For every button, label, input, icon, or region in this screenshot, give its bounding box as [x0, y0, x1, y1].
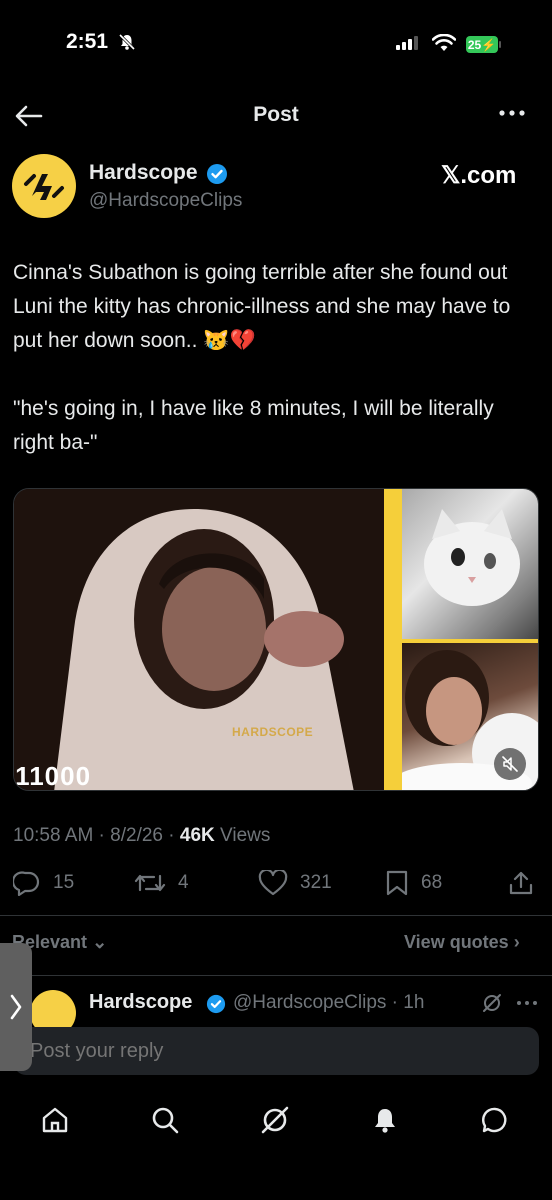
- repost-icon: [134, 874, 166, 892]
- mute-toggle-button[interactable]: [494, 748, 526, 780]
- reply-count: 15: [53, 872, 75, 893]
- share-icon: [509, 871, 533, 895]
- chevron-right-icon: [10, 994, 22, 1020]
- repost-button[interactable]: 4: [134, 870, 189, 896]
- bottom-nav: [0, 1090, 552, 1150]
- post-actions-bar: 15 4 321 68: [0, 870, 552, 900]
- chevron-right-icon: ›: [513, 932, 520, 952]
- reply-input[interactable]: [14, 1027, 539, 1075]
- views-label: Views: [214, 825, 271, 846]
- grok-icon[interactable]: [482, 993, 502, 1013]
- status-time: 2:51: [66, 30, 109, 53]
- nav-search[interactable]: [145, 1100, 185, 1140]
- bell-slash-icon: [118, 33, 136, 51]
- like-count: 321: [300, 872, 332, 893]
- chevron-down-icon: ⌄: [92, 932, 108, 952]
- verified-badge-icon: [207, 164, 227, 184]
- source-label: 𝕏.com: [441, 162, 517, 189]
- bookmark-button[interactable]: 68: [385, 870, 442, 896]
- video-frame-white-cat: [402, 489, 538, 639]
- post-text-paragraph: Cinna's Subathon is going terrible after…: [13, 261, 511, 352]
- share-button[interactable]: [508, 870, 534, 896]
- heart-icon: [258, 870, 288, 896]
- search-icon: [152, 1107, 179, 1134]
- bookmark-count: 68: [421, 872, 443, 893]
- author-name[interactable]: Hardscope: [89, 161, 198, 185]
- reply-author-meta: @HardscopeClips · 1h: [233, 992, 425, 1013]
- divider: [0, 915, 552, 916]
- page-title: Post: [253, 103, 299, 126]
- reply-author-name[interactable]: Hardscope: [89, 991, 192, 1014]
- views-count[interactable]: 46K: [180, 825, 215, 846]
- bell-icon: [375, 1109, 395, 1133]
- video-frame-hooded-person: [14, 489, 384, 790]
- video-watermark: HARDSCOPE: [232, 725, 314, 739]
- nav-messages[interactable]: [475, 1100, 515, 1140]
- battery-level: 25 ⚡: [466, 36, 498, 53]
- post-text: Cinna's Subathon is going terrible after…: [13, 256, 533, 460]
- wifi-icon: [432, 34, 456, 51]
- nav-grok[interactable]: [255, 1100, 295, 1140]
- speaker-muted-icon: [502, 756, 518, 772]
- reply-more-icon[interactable]: [516, 1000, 538, 1006]
- divider: [0, 975, 552, 976]
- post-video[interactable]: '11000 HARDSCOPE: [13, 488, 539, 791]
- video-counter-text: '11000: [13, 761, 92, 791]
- video-yellow-strip: [384, 489, 402, 790]
- cat-face-icon: [424, 509, 520, 606]
- more-options-icon[interactable]: [498, 108, 526, 118]
- post-text-paragraph: "he's going in, I have like 8 minutes, I…: [13, 397, 494, 454]
- author-avatar[interactable]: [12, 154, 76, 218]
- nav-notifications[interactable]: [365, 1100, 405, 1140]
- grok-icon: [261, 1106, 289, 1134]
- nav-home[interactable]: [35, 1100, 75, 1140]
- post-timestamp: 10:58 AM · 8/2/26 ·: [13, 825, 180, 846]
- post-metadata: 10:58 AM · 8/2/26 · 46K Views: [13, 825, 270, 847]
- reply-icon: [13, 871, 40, 896]
- battery-tip: [499, 41, 501, 48]
- view-quotes-link[interactable]: View quotes ›: [404, 932, 520, 953]
- author-handle[interactable]: @HardscopeClips: [89, 190, 242, 212]
- repost-count: 4: [178, 872, 189, 893]
- reply-button[interactable]: 15: [13, 870, 74, 896]
- home-icon: [42, 1107, 68, 1133]
- side-panel-tab[interactable]: [0, 943, 32, 1071]
- bookmark-icon: [386, 870, 408, 896]
- hardscope-logo-icon: [24, 174, 64, 200]
- like-button[interactable]: 321: [258, 870, 332, 896]
- cell-signal-icon: [396, 36, 418, 50]
- verified-badge-icon: [206, 994, 226, 1014]
- chat-bubble-icon: [482, 1107, 507, 1133]
